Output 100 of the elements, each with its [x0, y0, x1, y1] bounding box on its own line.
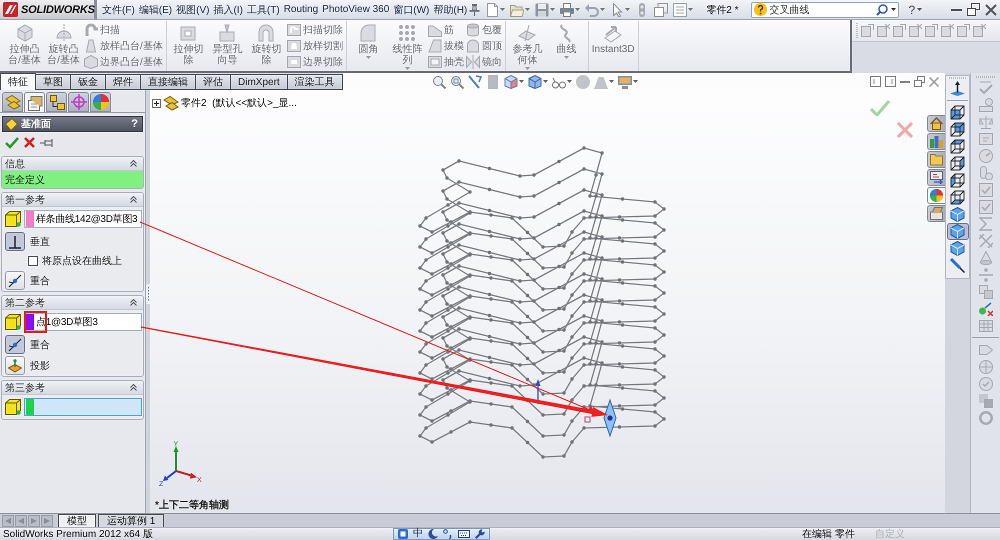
- constraint-button[interactable]: [5, 356, 25, 375]
- moon-icon[interactable]: [428, 529, 438, 539]
- restore-icon[interactable]: [914, 76, 925, 87]
- constraint-button[interactable]: [5, 232, 25, 251]
- sigma-icon: [978, 216, 992, 230]
- expand-icon[interactable]: [152, 98, 161, 108]
- square-cross-icon[interactable]: [877, 24, 890, 37]
- task-pane-tab[interactable]: [927, 133, 945, 150]
- task-pane-tab[interactable]: [927, 187, 945, 204]
- close-button[interactable]: [984, 3, 997, 16]
- pushpin-icon[interactable]: [469, 4, 480, 16]
- menu-item[interactable]: Routing: [282, 0, 320, 19]
- square-cross-icon[interactable]: [909, 24, 922, 37]
- section-title: 第三参考: [5, 382, 46, 394]
- cancel-button[interactable]: [24, 137, 35, 148]
- model-tab[interactable]: 模型: [58, 514, 96, 527]
- view-toolbar-button[interactable]: [616, 74, 639, 88]
- command-tab[interactable]: 评估: [196, 74, 231, 90]
- tile-left-icon[interactable]: [870, 76, 881, 87]
- copy-icon: [978, 284, 992, 298]
- command-tab[interactable]: 特征: [0, 73, 36, 90]
- square-cross-icon[interactable]: [973, 24, 986, 37]
- cancel-x-icon[interactable]: [897, 122, 913, 138]
- tree-item[interactable]: 零件2 (默认<<默认>_显...: [181, 96, 297, 110]
- selection-field[interactable]: 点1@3D草图3: [24, 313, 142, 331]
- minimize-icon[interactable]: [900, 80, 910, 82]
- checkbox[interactable]: [28, 256, 38, 266]
- panel-tab[interactable]: [46, 92, 67, 112]
- square-cross-icon[interactable]: [941, 24, 954, 37]
- help-menu-button[interactable]: ?: [906, 0, 924, 19]
- section-header[interactable]: 信息: [2, 157, 143, 171]
- command-tab[interactable]: 焊件: [106, 74, 141, 90]
- scroll-button[interactable]: [28, 515, 40, 527]
- cube-face-icon: [950, 105, 965, 120]
- view-toolbar-button[interactable]: [466, 74, 483, 88]
- ime-mode-toggle[interactable]: 中: [413, 529, 423, 539]
- tile-right-icon[interactable]: [885, 76, 896, 87]
- caret-icon: [500, 8, 506, 11]
- product-name: SolidWorks Premium 2012 x64 版: [3, 528, 153, 540]
- menu-item[interactable]: PhotoView 360: [320, 0, 392, 19]
- close-icon[interactable]: [929, 76, 939, 86]
- command-tab[interactable]: DimXpert: [231, 74, 288, 90]
- toolbar-button[interactable]: [672, 0, 694, 19]
- restore-button[interactable]: [967, 3, 980, 16]
- toolbar-button[interactable]: [559, 0, 582, 19]
- confirm-check-icon[interactable]: [870, 100, 890, 116]
- caret-icon: [575, 8, 580, 11]
- option-label: 重合: [30, 274, 50, 288]
- constraint-button[interactable]: [5, 271, 25, 290]
- view-toolbar-button[interactable]: [592, 74, 615, 88]
- command-tab[interactable]: 直接编辑: [141, 74, 196, 90]
- option-label: 投影: [30, 360, 50, 372]
- view-toolbar-button[interactable]: [430, 74, 447, 88]
- section-header[interactable]: 第一参考: [2, 193, 143, 207]
- projection-icon: [8, 358, 22, 372]
- box-hook-cutout-icon: [286, 23, 301, 37]
- wrench-icon[interactable]: [475, 529, 485, 539]
- help-button[interactable]: ?: [131, 118, 138, 130]
- constraint-button[interactable]: [5, 335, 25, 354]
- menu-item[interactable]: 编辑(E): [136, 0, 174, 19]
- scroll-button[interactable]: [41, 515, 53, 527]
- section-header[interactable]: 第二参考: [2, 296, 143, 310]
- cylinder-icon: [466, 23, 480, 37]
- view-button[interactable]: [946, 223, 968, 240]
- save-icon: [535, 2, 550, 16]
- square-frame-icon[interactable]: [398, 529, 408, 539]
- normal-to-icon: [950, 81, 965, 96]
- collapse-icon: [130, 299, 137, 306]
- menu-item[interactable]: 视图(V): [174, 0, 212, 19]
- panel-tab[interactable]: [24, 92, 45, 112]
- selection-field[interactable]: [24, 398, 142, 416]
- task-pane-tab[interactable]: [927, 169, 945, 186]
- pin-button[interactable]: [40, 138, 54, 148]
- view-toolbar-button[interactable]: [448, 74, 465, 88]
- command-tab[interactable]: 草图: [36, 74, 71, 90]
- menu-item[interactable]: 窗口(W): [391, 0, 432, 19]
- section-header[interactable]: 第三参考: [2, 381, 143, 395]
- model-tab[interactable]: 运动算例 1: [98, 514, 164, 527]
- command-tab[interactable]: 钣金: [71, 74, 106, 90]
- search-field[interactable]: 交叉曲线: [750, 2, 898, 18]
- view-toolbar-button[interactable]: [502, 74, 525, 88]
- command-tab[interactable]: 渲染工具: [288, 74, 343, 90]
- scroll-button[interactable]: [2, 515, 14, 527]
- checkbox-icon: [978, 200, 992, 214]
- scroll-button[interactable]: [15, 515, 27, 527]
- menu-item[interactable]: 文件(F): [100, 0, 137, 19]
- task-pane-tab[interactable]: [927, 151, 945, 168]
- menu-item[interactable]: 帮助(H): [431, 0, 470, 19]
- toolbar-button[interactable]: [484, 0, 506, 19]
- task-pane-tab[interactable]: [927, 205, 945, 222]
- ok-button[interactable]: [5, 136, 19, 149]
- punctuation-icon[interactable]: [443, 529, 453, 539]
- selection-field[interactable]: 样条曲线142@3D草图3: [24, 210, 142, 228]
- keyboard-icon[interactable]: [458, 529, 470, 539]
- menu-item[interactable]: 工具(T): [244, 0, 282, 19]
- view-toolbar-button[interactable]: [526, 74, 549, 88]
- menu-item[interactable]: 插入(I): [211, 0, 245, 19]
- toolbar-button[interactable]: [653, 0, 670, 19]
- hollow-box-icon: [428, 55, 442, 69]
- task-pane-tab[interactable]: [927, 115, 945, 132]
